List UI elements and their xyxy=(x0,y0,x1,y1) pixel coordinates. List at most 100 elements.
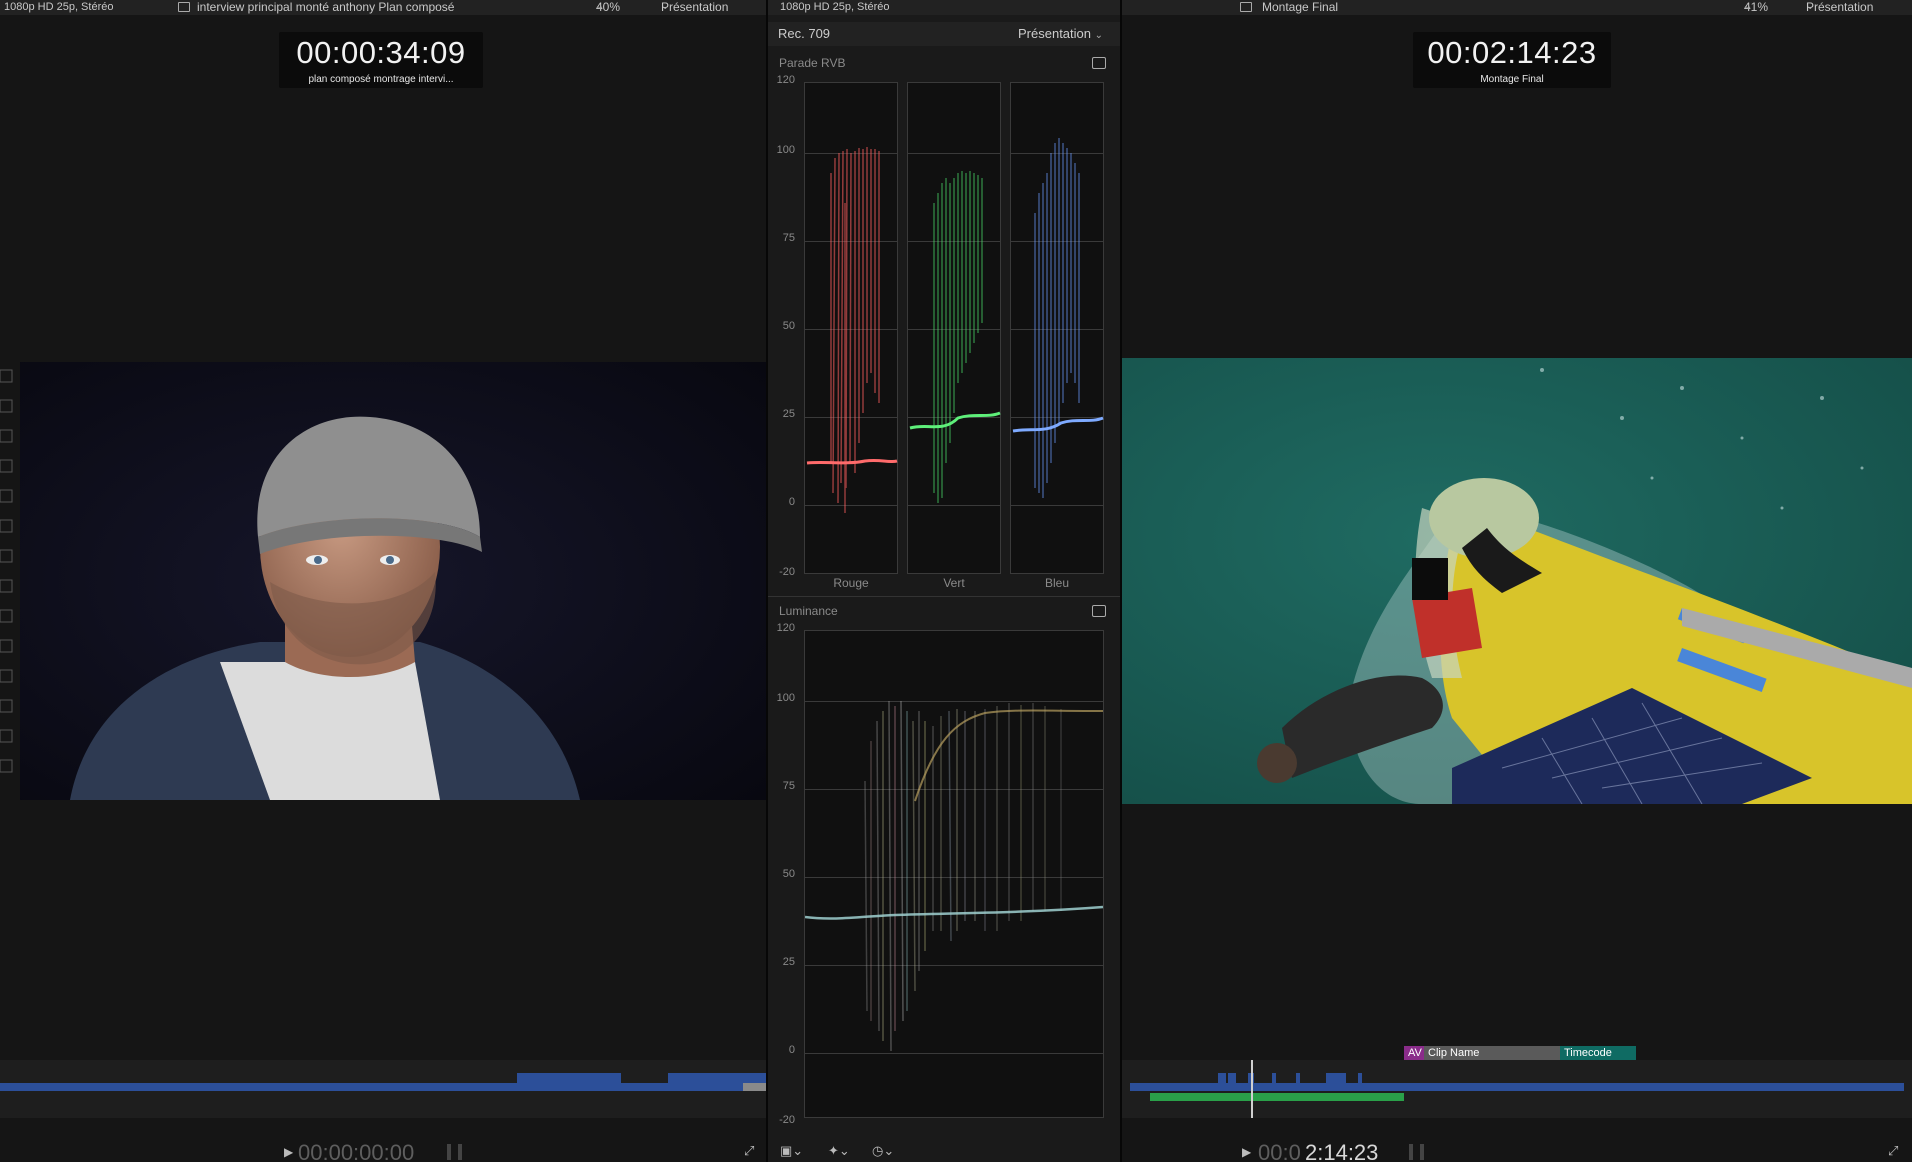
scopes-toolbar: Rec. 709 Présentation ⌄ xyxy=(768,22,1120,46)
chevron-down-icon: ⌄ xyxy=(1094,30,1104,41)
axis-label: 120 xyxy=(776,74,795,86)
left-timeline-strip[interactable] xyxy=(0,1060,766,1118)
chevron-down-icon: ⌄ xyxy=(1806,1,1815,12)
timecode-display: 00:02:14:23 xyxy=(1427,35,1597,70)
rgb-parade-scope: Parade RVB 120 100 75 50 25 0 -20 Rouge … xyxy=(768,52,1120,592)
scopes-bottom-toolbar: ▣⌄ ✦⌄ ◷⌄ xyxy=(768,1140,1120,1162)
clip-title[interactable]: interview principal monté anthony Plan c… xyxy=(197,0,454,14)
sailing-video-frame xyxy=(1122,358,1912,804)
play-icon[interactable]: ▶ xyxy=(284,1145,293,1159)
green-trace xyxy=(909,171,1001,503)
project-icon xyxy=(1240,2,1252,12)
scopes-header: 1080p HD 25p, Stéréo xyxy=(768,0,1120,15)
rgb-parade-title: Parade RVB xyxy=(779,56,846,70)
chevron-down-icon: ⌄ xyxy=(661,1,670,12)
clip-name-tag: Clip Name xyxy=(1424,1046,1560,1060)
right-viewer: Montage Final 41% ⌄ Présentation ⌄ 00:02… xyxy=(1122,0,1912,1162)
luminance-trace xyxy=(805,700,1104,1052)
pause-indicator xyxy=(458,1144,462,1160)
timecode-display: 00:00:34:09 xyxy=(296,35,466,70)
audio-track xyxy=(1150,1093,1404,1101)
luminance-title: Luminance xyxy=(779,604,838,618)
red-channel-waveform xyxy=(804,82,898,574)
axis-label: 50 xyxy=(782,320,795,332)
axis-label: 75 xyxy=(782,232,795,244)
project-title[interactable]: Montage Final xyxy=(1262,0,1338,14)
clip-segment xyxy=(1272,1073,1276,1083)
scope-layout-icon[interactable]: ▣⌄ xyxy=(780,1144,803,1158)
left-viewer: 1080p HD 25p, Stéréo interview principal… xyxy=(0,0,766,1162)
blue-channel-label: Bleu xyxy=(1044,576,1070,590)
clip-segment xyxy=(1326,1073,1346,1083)
axis-label: 25 xyxy=(782,408,795,420)
axis-label: -20 xyxy=(779,1114,795,1126)
transform-tool-icon[interactable]: ✦⌄ xyxy=(828,1144,850,1158)
timecode-overlay: 00:02:14:23 Montage Final xyxy=(1413,32,1611,88)
chevron-down-icon: ⌄ xyxy=(1744,1,1753,12)
metadata-overlay: AV Clip Name Timecode xyxy=(1404,1046,1636,1060)
axis-label: 0 xyxy=(788,1044,795,1056)
fullscreen-icon[interactable]: ⤢ xyxy=(1888,1144,1898,1158)
red-channel-label: Rouge xyxy=(833,576,869,590)
playhead-timecode: 00:00:00:00 xyxy=(298,1140,415,1162)
left-viewer-header: 1080p HD 25p, Stéréo interview principal… xyxy=(0,0,766,15)
filmstrip-edge xyxy=(0,362,20,800)
pause-indicator xyxy=(1409,1144,1413,1160)
pause-indicator xyxy=(1420,1144,1424,1160)
axis-label: 120 xyxy=(776,622,795,634)
playhead-timecode: 2:14:23 xyxy=(1305,1140,1379,1162)
axis-label: 50 xyxy=(782,868,795,880)
sailboat-aerial-image xyxy=(1122,358,1912,804)
luminance-waveform xyxy=(804,630,1104,1118)
timecode-overlay: 00:00:34:09 plan composé montrage interv… xyxy=(279,32,483,88)
axis-label: 0 xyxy=(788,496,795,508)
scope-settings-icon[interactable] xyxy=(1092,57,1106,69)
chevron-down-icon: ⌄ xyxy=(596,1,605,12)
axis-label: 75 xyxy=(782,780,795,792)
clip-segment xyxy=(1218,1073,1226,1083)
playhead-timecode-dim: 00:0 xyxy=(1258,1140,1301,1162)
blue-trace xyxy=(1012,138,1104,498)
axis-label: 100 xyxy=(776,692,795,704)
clip-track xyxy=(1130,1083,1904,1091)
clip-segment xyxy=(668,1073,766,1083)
colorspace-label: Rec. 709 xyxy=(778,26,831,41)
timecode-project-label: Montage Final xyxy=(1480,74,1544,85)
clip-segment xyxy=(1296,1073,1300,1083)
speed-tool-icon[interactable]: ◷⌄ xyxy=(872,1144,894,1158)
format-label: 1080p HD 25p, Stéréo xyxy=(4,1,114,13)
track-end-handle[interactable] xyxy=(743,1083,766,1091)
red-trace xyxy=(806,147,898,513)
fullscreen-icon[interactable]: ⤢ xyxy=(744,1144,754,1158)
timecode-clip-label: plan composé montrage intervi... xyxy=(308,74,454,85)
scope-separator xyxy=(768,596,1120,597)
pause-indicator xyxy=(447,1144,451,1160)
green-channel-label: Vert xyxy=(943,576,965,590)
clip-icon xyxy=(178,2,190,12)
axis-label: 100 xyxy=(776,144,795,156)
scope-settings-icon[interactable] xyxy=(1092,605,1106,617)
axis-label: 25 xyxy=(782,956,795,968)
clip-segment xyxy=(517,1073,621,1083)
green-channel-waveform xyxy=(907,82,1001,574)
interview-subject-image xyxy=(20,362,766,800)
filmstrip-holes-graphic xyxy=(0,369,13,773)
interview-video-frame xyxy=(20,362,766,800)
right-viewer-header: Montage Final 41% ⌄ Présentation ⌄ xyxy=(1122,0,1912,15)
play-icon[interactable]: ▶ xyxy=(1242,1145,1251,1159)
playhead[interactable] xyxy=(1251,1060,1253,1118)
axis-label: -20 xyxy=(779,566,795,578)
video-scopes-panel: 1080p HD 25p, Stéréo Rec. 709 Présentati… xyxy=(768,0,1120,1162)
clip-segment xyxy=(1358,1073,1362,1083)
scopes-presentation-dropdown[interactable]: Présentation ⌄ xyxy=(1018,26,1103,41)
clip-track xyxy=(0,1083,743,1091)
clip-segment xyxy=(1228,1073,1236,1083)
blue-channel-waveform xyxy=(1010,82,1104,574)
right-transport-bar: ▶ 00:0 2:14:23 ⤢ xyxy=(1122,1140,1912,1162)
timecode-tag: Timecode xyxy=(1560,1046,1636,1060)
luminance-scope: Luminance 120 100 75 50 25 0 -20 xyxy=(768,600,1120,1126)
av-tag: AV xyxy=(1404,1046,1424,1060)
left-transport-bar: ▶ 00:00:00:00 ⤢ xyxy=(0,1140,766,1162)
format-label: 1080p HD 25p, Stéréo xyxy=(780,1,890,13)
right-timeline-strip[interactable] xyxy=(1122,1060,1912,1118)
